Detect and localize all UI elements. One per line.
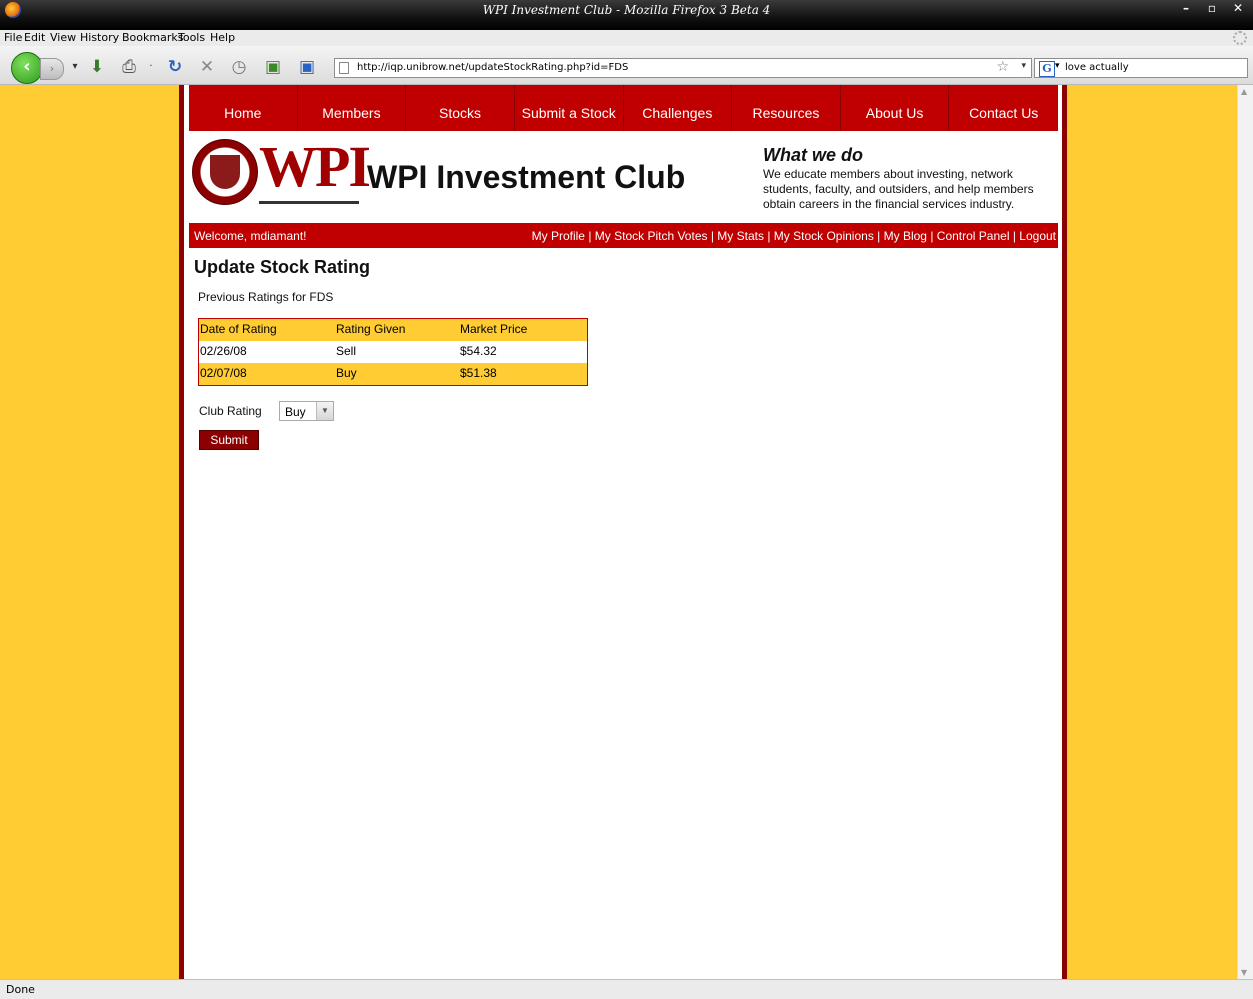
nav-resources[interactable]: Resources [732, 85, 841, 131]
cell-date: 02/07/08 [200, 366, 247, 380]
link-logout[interactable]: Logout [1019, 229, 1056, 243]
url-text[interactable]: http://iqp.unibrow.net/updateStockRating… [357, 62, 628, 73]
club-rating-select[interactable]: Buy ▼ [279, 401, 334, 421]
nav-contact-us[interactable]: Contact Us [949, 85, 1058, 131]
nav-submit-a-stock[interactable]: Submit a Stock [515, 85, 624, 131]
link-my-stock-opinions[interactable]: My Stock Opinions [774, 229, 874, 243]
previous-ratings-label: Previous Ratings for FDS [198, 290, 334, 304]
url-bar[interactable]: http://iqp.unibrow.net/updateStockRating… [334, 58, 1032, 78]
column-header-date: Date of Rating [200, 322, 277, 336]
print-icon[interactable]: ⎙ [118, 56, 140, 78]
search-engine-dropdown-icon[interactable]: ▾ [1055, 61, 1060, 71]
wpi-seal-icon [192, 139, 258, 205]
star-icon[interactable]: ☆ [996, 59, 1009, 75]
menu-tools[interactable]: Tools [178, 31, 205, 44]
link-my-profile[interactable]: My Profile [532, 229, 585, 243]
site-nav: Home Members Stocks Submit a Stock Chall… [189, 85, 1058, 131]
ratings-table: Date of Rating Rating Given Market Price… [198, 318, 588, 386]
welcome-text: Welcome, mdiamant! [194, 229, 307, 243]
search-input[interactable]: love actually [1065, 62, 1129, 73]
new-tab-icon[interactable]: ▣ [262, 56, 284, 78]
close-button[interactable]: ✕ [1227, 0, 1249, 16]
user-links: My Profile | My Stock Pitch Votes | My S… [532, 229, 1056, 243]
wpi-logo[interactable]: WPI [259, 137, 371, 197]
minimize-button[interactable]: – [1175, 0, 1197, 16]
menu-help[interactable]: Help [210, 31, 235, 44]
page-title: Update Stock Rating [194, 257, 371, 277]
navigation-toolbar: ‹ › ▾ ⬇ ⎙ · ↻ ✕ ◷ ▣ ▣ http://iqp.unibrow… [0, 46, 1253, 85]
table-row: 02/26/08 Sell $54.32 [199, 341, 587, 363]
window-title: WPI Investment Club - Mozilla Firefox 3 … [482, 3, 771, 17]
link-control-panel[interactable]: Control Panel [937, 229, 1010, 243]
page-icon [339, 62, 349, 74]
history-dropdown-icon[interactable]: ▾ [64, 56, 86, 78]
what-we-do-text: We educate members about investing, netw… [763, 167, 1034, 211]
scroll-up-icon[interactable]: ▲ [1241, 87, 1247, 96]
club-rating-label: Club Rating [199, 404, 262, 418]
back-arrow-icon[interactable]: ‹ [11, 52, 43, 84]
menu-history[interactable]: History [80, 31, 119, 44]
window-titlebar: WPI Investment Club - Mozilla Firefox 3 … [0, 0, 1253, 30]
menu-edit[interactable]: Edit [24, 31, 45, 44]
stop-icon[interactable]: ✕ [196, 56, 218, 78]
cell-rating: Buy [336, 366, 357, 380]
nav-about-us[interactable]: About Us [841, 85, 950, 131]
site-container: Home Members Stocks Submit a Stock Chall… [179, 85, 1067, 979]
maximize-button[interactable]: ▫ [1201, 0, 1223, 16]
print-dropdown-icon[interactable]: · [140, 56, 162, 78]
reload-icon[interactable]: ↻ [164, 56, 186, 78]
window-controls: – ▫ ✕ [1175, 0, 1249, 18]
save-page-icon[interactable]: ⬇ [86, 56, 108, 78]
forward-arrow-icon[interactable]: › [40, 58, 64, 80]
submit-button[interactable]: Submit [199, 430, 259, 450]
what-we-do-heading: What we do [763, 145, 863, 165]
chevron-down-icon[interactable]: ▼ [316, 402, 333, 420]
table-header-row: Date of Rating Rating Given Market Price [199, 319, 587, 341]
add-bookmark-icon[interactable]: ▣ [296, 56, 318, 78]
menu-view[interactable]: View [50, 31, 76, 44]
nav-home[interactable]: Home [189, 85, 298, 131]
menu-file[interactable]: File [4, 31, 22, 44]
user-bar: Welcome, mdiamant! My Profile | My Stock… [189, 223, 1058, 248]
link-my-blog[interactable]: My Blog [884, 229, 927, 243]
google-icon[interactable]: G [1039, 61, 1055, 77]
status-bar: Done [0, 979, 1253, 999]
link-my-stock-pitch-votes[interactable]: My Stock Pitch Votes [595, 229, 708, 243]
menu-bookmarks[interactable]: Bookmarks [122, 31, 183, 44]
throbber-icon [1233, 31, 1247, 45]
club-title: WPI Investment Club [367, 159, 686, 195]
nav-challenges[interactable]: Challenges [624, 85, 733, 131]
site-header: WPI WPI Investment Club What we do We ed… [189, 131, 1058, 223]
table-row: 02/07/08 Buy $51.38 [199, 363, 587, 385]
page-viewport: Home Members Stocks Submit a Stock Chall… [0, 85, 1237, 979]
status-text: Done [6, 983, 35, 996]
cell-date: 02/26/08 [200, 344, 247, 358]
cell-price: $54.32 [460, 344, 497, 358]
clock-icon[interactable]: ◷ [228, 56, 250, 78]
scroll-down-icon[interactable]: ▼ [1241, 968, 1247, 977]
vertical-scrollbar[interactable]: ▲ ▼ [1237, 85, 1253, 979]
cell-rating: Sell [336, 344, 357, 358]
column-header-rating: Rating Given [336, 322, 406, 336]
logo-underline [259, 201, 359, 204]
nav-members[interactable]: Members [298, 85, 407, 131]
url-dropdown-icon[interactable]: ▾ [1021, 61, 1026, 71]
link-my-stats[interactable]: My Stats [717, 229, 764, 243]
nav-stocks[interactable]: Stocks [406, 85, 515, 131]
search-bar[interactable]: G ▾ love actually 🔍 [1034, 58, 1248, 78]
column-header-price: Market Price [460, 322, 528, 336]
menu-bar: File Edit View History Bookmarks Tools H… [0, 30, 1253, 46]
club-rating-value[interactable]: Buy [285, 405, 306, 419]
cell-price: $51.38 [460, 366, 497, 380]
